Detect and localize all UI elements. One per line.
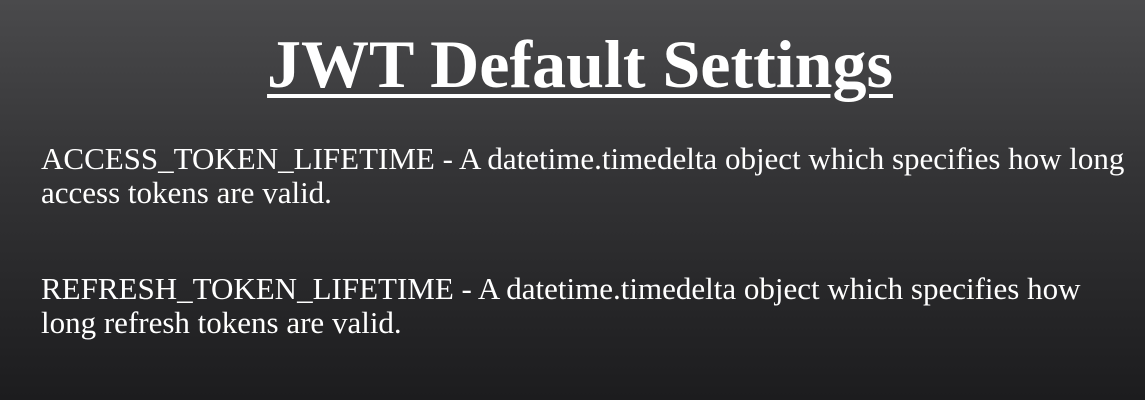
access-token-lifetime-description: ACCESS_TOKEN_LIFETIME - A datetime.timed… — [41, 141, 1125, 210]
refresh-token-lifetime-description: REFRESH_TOKEN_LIFETIME - A datetime.time… — [41, 271, 1081, 340]
slide: JWT Default Settings ACCESS_TOKEN_LIFETI… — [0, 0, 1145, 400]
slide-title: JWT Default Settings — [267, 26, 893, 102]
